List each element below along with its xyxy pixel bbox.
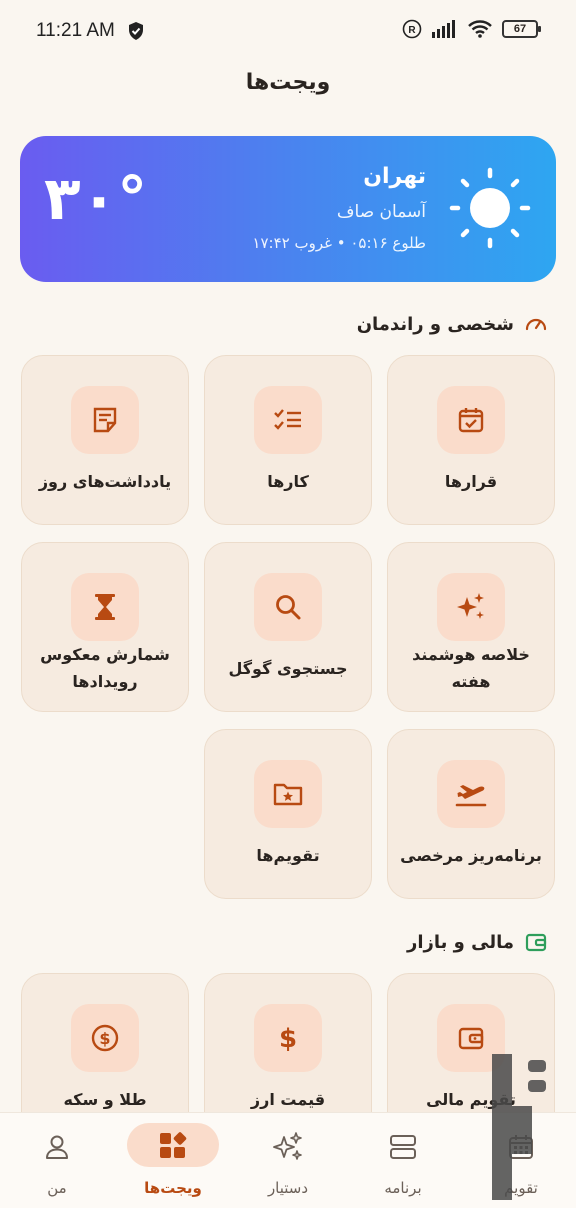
- wifi-icon: [468, 20, 492, 38]
- nav-item-me[interactable]: من: [2, 1113, 112, 1208]
- tile-label-line2: رویدادها: [72, 672, 138, 691]
- registered-icon: R: [402, 19, 422, 39]
- weather-condition: آسمان صاف: [336, 202, 426, 222]
- section-title-text: مالی و بازار: [406, 931, 514, 953]
- weather-temperature: ۳۰°: [44, 164, 148, 234]
- tile-appointments[interactable]: قرارها: [387, 355, 555, 525]
- svg-text:R: R: [408, 25, 416, 36]
- tile-label: طلا و سکه: [63, 1090, 147, 1109]
- coin-icon: $: [71, 1004, 139, 1072]
- tile-leave-planner[interactable]: برنامه‌ریز مرخصی: [387, 729, 555, 899]
- agenda-icon: [375, 1127, 431, 1167]
- nav-label: ویجت‌ها: [144, 1179, 202, 1197]
- dollar-icon: $: [254, 1004, 322, 1072]
- weather-city: تهران: [363, 164, 426, 189]
- tile-label-line1: خلاصه هوشمند: [412, 645, 530, 664]
- checklist-icon: [254, 386, 322, 454]
- nav-label: برنامه: [384, 1179, 422, 1197]
- sparkles-icon: [437, 573, 505, 641]
- tile-label: کارها: [267, 472, 309, 491]
- calendar-check-icon: [437, 386, 505, 454]
- watermark-logo: [492, 1054, 546, 1200]
- search-icon: [254, 573, 322, 641]
- tile-label: جستجوی گوگل: [228, 659, 348, 678]
- airplane-takeoff-icon: [437, 760, 505, 828]
- sparkles-icon: [260, 1127, 316, 1167]
- tile-google-search[interactable]: جستجوی گوگل: [204, 542, 372, 712]
- tile-label: یادداشت‌های روز: [38, 472, 172, 491]
- note-icon: [71, 386, 139, 454]
- tile-label-line2: هفته: [451, 672, 491, 691]
- tile-tasks[interactable]: کارها: [204, 355, 372, 525]
- section-title-finance: مالی و بازار: [407, 930, 548, 954]
- section-title-personal: شخصی و راندمان: [357, 312, 548, 336]
- tile-calendars[interactable]: تقویم‌ها: [204, 729, 372, 899]
- person-icon: [29, 1127, 85, 1167]
- folder-star-icon: [254, 760, 322, 828]
- sun-icon: [449, 167, 531, 249]
- status-time: 11:21 AM: [36, 20, 115, 41]
- tile-label-line1: شمارش معکوس: [40, 645, 170, 664]
- nav-label: من: [47, 1179, 67, 1197]
- section-title-text: شخصی و راندمان: [356, 313, 514, 335]
- speedometer-icon: [525, 318, 547, 331]
- tile-label: قرارها: [444, 472, 498, 491]
- tile-daily-notes[interactable]: یادداشت‌های روز: [21, 355, 189, 525]
- tile-label: تقویم‌ها: [256, 846, 320, 865]
- svg-text:$: $: [279, 1024, 297, 1054]
- shield-check-icon: [129, 22, 143, 40]
- nav-label: دستیار: [267, 1179, 309, 1197]
- status-bar: 11:21 AM R 67: [0, 0, 576, 64]
- status-icons: R 67: [402, 19, 541, 39]
- nav-item-agenda[interactable]: برنامه: [348, 1113, 458, 1208]
- nav-item-assistant[interactable]: دستیار: [233, 1113, 343, 1208]
- tile-label: برنامه‌ریز مرخصی: [400, 846, 542, 865]
- weather-sun-times: طلوع ۰۵:۱۶ • غروب ۱۷:۴۲: [252, 234, 426, 252]
- hourglass-icon: [71, 573, 139, 641]
- page-title: ویجت‌ها: [245, 70, 331, 95]
- tile-countdown[interactable]: شمارش معکوس رویدادها: [21, 542, 189, 712]
- widgets-icon: [127, 1123, 219, 1167]
- signal-icon: [432, 20, 455, 38]
- tile-weekly-summary[interactable]: خلاصه هوشمند هفته: [387, 542, 555, 712]
- wallet-green-icon: [525, 933, 547, 952]
- tile-label: قیمت ارز: [250, 1090, 326, 1109]
- battery-icon: 67: [502, 20, 541, 38]
- nav-item-widgets[interactable]: ویجت‌ها: [118, 1113, 228, 1208]
- svg-text:$: $: [99, 1029, 110, 1048]
